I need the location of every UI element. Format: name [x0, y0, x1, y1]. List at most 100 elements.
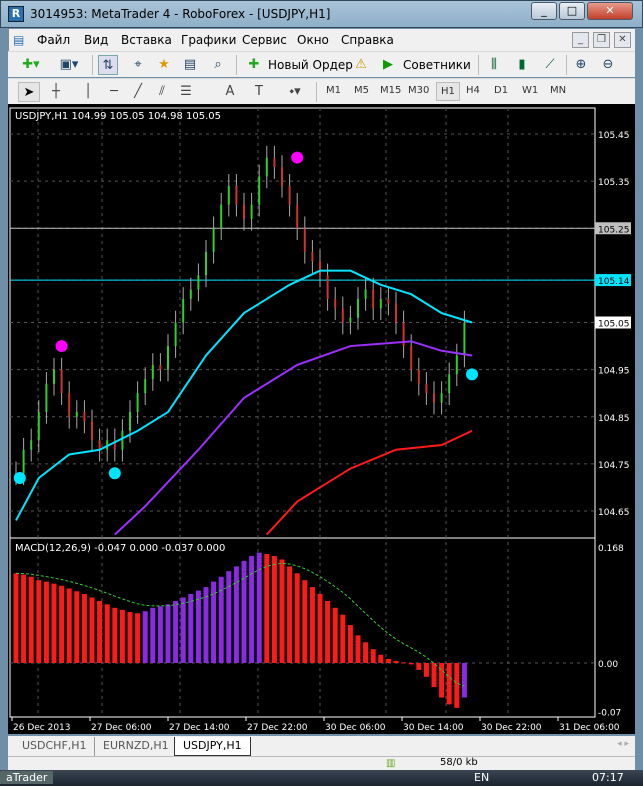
macd-bar [195, 590, 201, 663]
terminal-icon[interactable]: ▤ [180, 55, 200, 75]
market-watch-icon[interactable]: ⇅ [98, 55, 118, 75]
zoom-out-icon[interactable]: ⊖ [598, 55, 618, 75]
timeframe-m15[interactable]: M15 [380, 85, 401, 96]
menu-charts[interactable]: Графики [181, 33, 236, 47]
time-label: 30 Dec 22:00 [481, 723, 542, 733]
macd-bar [142, 611, 148, 663]
advisors-button[interactable]: Советники [403, 58, 471, 72]
price-label: 105.35 [598, 178, 630, 188]
tab-usdjpy[interactable]: USDJPY,H1 [174, 737, 251, 756]
candle-body [440, 393, 443, 403]
macd-bar [454, 663, 460, 708]
time-label: 27 Dec 14:00 [169, 723, 230, 733]
profiles-icon[interactable]: ▣▾ [54, 55, 84, 75]
menu-window[interactable]: Окно [297, 33, 329, 47]
tab-eurnzd[interactable]: EURNZD,H1 [94, 737, 177, 756]
menu-view[interactable]: Вид [84, 33, 108, 47]
candle-body [22, 449, 25, 474]
menu-insert[interactable]: Вставка [121, 33, 172, 47]
status-bar: ▥ 58/0 kb [8, 756, 635, 770]
macd-bar [325, 600, 331, 663]
macd-bar [408, 663, 414, 665]
timeframe-w1[interactable]: W1 [522, 85, 538, 96]
price-label: 105.45 [598, 131, 630, 141]
tab-usdchf[interactable]: USDCHF,H1 [14, 737, 95, 756]
arrows-icon[interactable]: ⬩▾ [282, 82, 308, 102]
alert-icon[interactable]: ⚠ [351, 55, 371, 75]
candle-body [433, 393, 435, 403]
macd-bar [401, 662, 407, 664]
favorites-icon[interactable]: ★ [154, 55, 174, 75]
signal-dot-cyan [108, 467, 121, 480]
new-chart-icon[interactable]: ✚▾ [16, 55, 46, 75]
minimize-button[interactable]: _ [531, 2, 557, 20]
timeframe-m1[interactable]: M1 [326, 85, 341, 96]
mdi-minimize-button[interactable]: _ [572, 32, 589, 48]
macd-bar [119, 609, 125, 663]
text-label-icon[interactable]: T [250, 82, 268, 102]
candle-body [144, 379, 147, 394]
macd-bar [36, 580, 42, 663]
menu-bar: ▤ Файл Вид Вставка Графики Сервис Окно С… [8, 29, 635, 51]
zoom-in-icon[interactable]: ⊕ [571, 55, 591, 75]
macd-tick-label: 0.168 [598, 544, 624, 554]
advisors-icon[interactable]: ▶ [378, 55, 398, 75]
maximize-button[interactable]: □ [559, 2, 585, 20]
mdi-restore-button[interactable]: ❐ [593, 32, 610, 48]
timeframe-m5[interactable]: M5 [354, 85, 369, 96]
fibonacci-icon[interactable]: ☰ [176, 82, 196, 102]
candle-body [311, 251, 314, 262]
trendline-icon[interactable]: ╱ [130, 82, 146, 102]
macd-bar [165, 604, 171, 663]
navigator-icon[interactable]: ⌖ [128, 55, 148, 75]
bar-chart-icon[interactable]: ⫼ [484, 55, 504, 75]
macd-bar [431, 663, 437, 688]
chart-window[interactable]: 105.45 105.35 105.25 105.14 105.05 104.95 104.… [8, 104, 635, 734]
tab-scroll-arrows[interactable]: ◂ ▸ [617, 739, 629, 749]
mdi-close-button[interactable]: ✕ [614, 32, 631, 48]
candle-body [30, 440, 33, 450]
candlestick-icon[interactable]: ▮ [512, 55, 532, 75]
macd-bar [135, 613, 141, 663]
new-order-button[interactable]: Новый Ордер [268, 58, 353, 72]
line-chart-icon[interactable]: ⟋ [540, 55, 560, 75]
candle-body [319, 261, 321, 276]
candle-body [349, 317, 352, 323]
timeframe-mn[interactable]: MN [550, 85, 566, 96]
cursor-icon[interactable]: ➤ [18, 82, 40, 102]
menu-file[interactable]: Файл [37, 33, 70, 47]
chart-tabs: USDCHF,H1 EURNZD,H1 USDJPY,H1 ◂ ▸ [8, 736, 635, 756]
timeframe-m30[interactable]: M30 [408, 85, 429, 96]
vertical-line-icon[interactable]: │ [80, 82, 96, 102]
connection-icon: ▥ [386, 758, 396, 769]
timeframe-d1[interactable]: D1 [494, 85, 508, 96]
candle-body [258, 176, 261, 205]
new-order-icon[interactable]: ✚ [244, 55, 264, 75]
horizontal-line-icon[interactable]: ─ [106, 82, 122, 102]
current-price-text: 105.05 [598, 320, 630, 330]
strategy-tester-icon[interactable]: ⌕ [208, 55, 228, 75]
time-label: 30 Dec 14:00 [403, 723, 464, 733]
app-logo-icon: R [8, 6, 24, 22]
timeframe-h1[interactable]: H1 [436, 82, 460, 101]
timeframe-h4[interactable]: H4 [466, 85, 480, 96]
fibonacci-channel-icon[interactable]: ⫽ [152, 82, 172, 102]
text-icon[interactable]: A [222, 82, 238, 102]
candle-body [273, 157, 276, 167]
macd-bar [393, 660, 399, 663]
candle-body [303, 228, 306, 252]
chart-doc-icon[interactable]: ▤ [13, 33, 24, 47]
macd-bar [127, 611, 133, 663]
menu-help[interactable]: Справка [341, 33, 394, 47]
taskbar-app[interactable]: aTrader [0, 771, 54, 784]
macd-bar [97, 600, 103, 663]
price-label: 104.85 [598, 414, 630, 424]
candle-body [463, 322, 466, 356]
crosshair-icon[interactable]: ┼ [46, 82, 66, 102]
close-button[interactable]: ✕ [587, 2, 633, 20]
candle-body [167, 346, 169, 370]
language-indicator[interactable]: EN [474, 771, 489, 784]
menu-tools[interactable]: Сервис [242, 33, 287, 47]
candle-body [341, 308, 344, 323]
price-chart[interactable]: 105.45 105.35 105.25 105.14 105.05 104.95 104.… [8, 104, 635, 734]
